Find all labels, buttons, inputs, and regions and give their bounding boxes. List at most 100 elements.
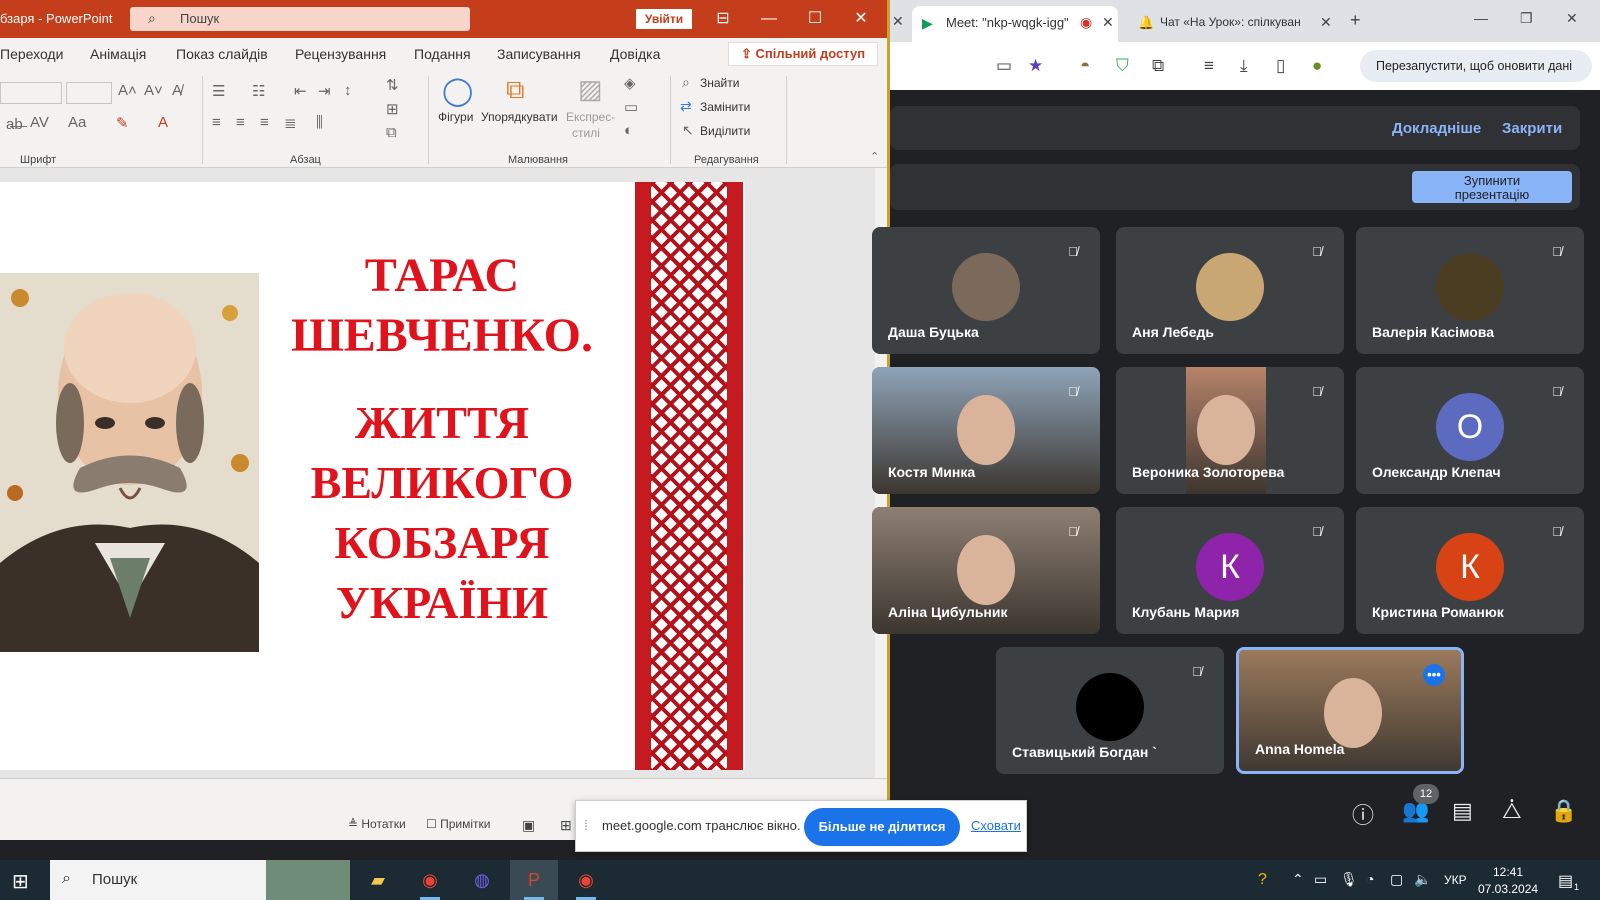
network-icon[interactable]: ▢	[1390, 871, 1403, 888]
extensions-icon[interactable]: ⧉	[1152, 56, 1164, 76]
quick-styles-label-1[interactable]: Експрес-	[566, 110, 615, 124]
increase-indent-icon[interactable]: ⇥	[318, 82, 331, 100]
camera-icon[interactable]: ▭	[996, 56, 1012, 76]
host-controls-icon[interactable]: 🔒	[1550, 798, 1577, 824]
update-button[interactable]: Перезапустити, щоб оновити дані	[1360, 50, 1592, 82]
share-button[interactable]: ⇪ Спільний доступ	[728, 42, 878, 66]
font-size-combo[interactable]	[66, 82, 112, 104]
collapse-ribbon-icon[interactable]: ⌃	[870, 150, 879, 163]
decrease-indent-icon[interactable]: ⇤	[294, 82, 307, 100]
quick-styles-icon[interactable]: ▨	[578, 74, 603, 105]
profile-avatar[interactable]: ●	[1312, 56, 1322, 76]
wifi-icon[interactable]: ◔	[1366, 871, 1374, 887]
close-tab-icon[interactable]: ✕	[892, 13, 904, 30]
close-icon[interactable]: ✕	[838, 0, 884, 38]
slide-canvas[interactable]: ТАРАС ШЕВЧЕНКО. ЖИТТЯ ВЕЛИКОГО КОБЗАРЯ У…	[0, 182, 745, 770]
drag-handle-icon[interactable]: ⁞	[584, 817, 588, 833]
align-left-icon[interactable]: ≡	[212, 114, 221, 131]
close-banner-link[interactable]: Закрити	[1502, 120, 1562, 137]
tab-view[interactable]: Подання	[414, 46, 471, 62]
find-label[interactable]: Знайти	[700, 76, 739, 90]
language-indicator[interactable]: УКР	[1444, 873, 1467, 887]
align-center-icon[interactable]: ≡	[236, 114, 245, 131]
taskbar-search[interactable]: ⌕ Пошук	[50, 860, 266, 900]
participant-tile[interactable]: К 🎙̸ Кристина Романюк	[1356, 507, 1584, 634]
minimize-icon[interactable]: —	[746, 0, 792, 38]
participant-tile[interactable]: 🎙̸ Костя Минка	[872, 367, 1100, 494]
shield-icon[interactable]: ⛉	[1116, 56, 1129, 76]
tab-chat[interactable]: 🔔 Чат «На Урок»: спілкуван ✕	[1126, 6, 1336, 42]
bullets-icon[interactable]: ☰	[212, 82, 225, 100]
arrange-label[interactable]: Упорядкувати	[481, 110, 558, 124]
numbering-icon[interactable]: ☷	[252, 82, 265, 100]
battery-icon[interactable]: ▭	[1314, 871, 1327, 888]
align-right-icon[interactable]: ≡	[260, 114, 269, 131]
columns-icon[interactable]: ⫼	[316, 114, 323, 131]
grow-font-icon[interactable]: A˄	[118, 82, 137, 99]
chat-icon[interactable]: ▤	[1452, 798, 1473, 824]
participant-tile[interactable]: 🎙̸ Валерія Касімова	[1356, 227, 1584, 354]
participant-tile[interactable]: 🎙̸ Аліна Цибульник	[872, 507, 1100, 634]
chevron-up-icon[interactable]: ⌃	[1292, 871, 1304, 888]
hide-notice-link[interactable]: Сховати	[971, 818, 1021, 833]
char-spacing-icon[interactable]: AV	[30, 114, 49, 131]
replace-label[interactable]: Замінити	[700, 100, 750, 114]
maximize-icon[interactable]: ☐	[792, 0, 838, 38]
clock[interactable]: 12:41 07.03.2024	[1478, 864, 1538, 898]
justify-icon[interactable]: ≣	[284, 114, 297, 132]
media-icon[interactable]: ≡	[1204, 56, 1214, 76]
change-case-icon[interactable]: Aa	[68, 114, 86, 131]
stop-sharing-button[interactable]: Більше не ділитися	[804, 808, 960, 846]
tab-recording[interactable]: Записування	[497, 46, 581, 62]
volume-icon[interactable]: 🔈	[1414, 871, 1431, 888]
tab-help[interactable]: Довідка	[610, 46, 660, 62]
comments-button[interactable]: ☐ Примітки	[426, 817, 490, 831]
ppt-search-box[interactable]: ⌕ Пошук	[130, 7, 470, 31]
participant-tile[interactable]: 🎙̸ Вероника Золоторева	[1116, 367, 1344, 494]
arrange-icon[interactable]: ⧉	[506, 74, 525, 106]
notes-button[interactable]: ≜ Нотатки	[348, 817, 406, 831]
shape-effects-icon[interactable]: ◐	[624, 122, 633, 139]
side-panel-icon[interactable]: ▯	[1276, 56, 1285, 76]
line-spacing-icon[interactable]: ↕	[344, 82, 352, 99]
microphone-icon[interactable]: 🎙	[1340, 871, 1358, 888]
font-name-combo[interactable]	[0, 82, 62, 104]
participant-tile[interactable]: 🎙̸ Аня Лебедь	[1116, 227, 1344, 354]
new-tab-icon[interactable]: +	[1350, 10, 1361, 31]
replace-icon[interactable]: ⇄	[680, 98, 692, 115]
windows-start-icon[interactable]: ⊞	[12, 869, 29, 894]
shrink-font-icon[interactable]: A˅	[144, 82, 163, 99]
viber-icon[interactable]: ◍	[458, 860, 506, 900]
clear-format-icon[interactable]: A̸	[172, 82, 182, 99]
text-direction-icon[interactable]: ⇅	[386, 76, 399, 94]
file-explorer-icon[interactable]: ▰	[354, 860, 402, 900]
tab-slideshow[interactable]: Показ слайдів	[176, 46, 268, 62]
more-options-icon[interactable]: •••	[1423, 664, 1445, 686]
participant-tile[interactable]: 🎙̸ Даша Буцька	[872, 227, 1100, 354]
maximize-icon[interactable]: ❐	[1520, 10, 1533, 27]
smartart-icon[interactable]: ⧉	[386, 124, 397, 141]
sign-in-button[interactable]: Увійти	[636, 9, 692, 29]
tab-meet[interactable]: ▶ Meet: "nkp-wqgk-igg" ◉ ✕	[912, 6, 1118, 42]
find-icon[interactable]: ⌕	[682, 74, 690, 91]
info-icon[interactable]: ⓘ	[1352, 798, 1374, 830]
stop-presenting-button[interactable]: Зупинити презентацію	[1412, 171, 1572, 203]
highlight-icon[interactable]: ✎	[116, 114, 129, 132]
tab-animations[interactable]: Анімація	[90, 46, 146, 62]
participant-tile[interactable]: К 🎙̸ Клубань Мария	[1116, 507, 1344, 634]
font-color-icon[interactable]: A	[158, 114, 168, 131]
tab-transitions[interactable]: Переходи	[0, 46, 63, 62]
align-text-icon[interactable]: ⊞	[386, 100, 399, 118]
slide-sorter-icon[interactable]: ⊞	[560, 817, 572, 834]
learn-more-link[interactable]: Докладніше	[1392, 120, 1481, 137]
normal-view-icon[interactable]: ▣	[522, 817, 535, 834]
help-icon[interactable]: ?	[1258, 871, 1267, 889]
shape-outline-icon[interactable]: ▭	[624, 98, 638, 116]
bookmark-star-icon[interactable]: ★	[1028, 56, 1043, 76]
tab-review[interactable]: Рецензування	[295, 46, 386, 62]
minimize-icon[interactable]: —	[1474, 10, 1488, 26]
close-icon[interactable]: ✕	[1566, 10, 1578, 27]
widget-thumbnail[interactable]	[266, 860, 350, 900]
activities-icon[interactable]: ⧊	[1502, 798, 1522, 824]
powerpoint-taskbar-icon[interactable]: P	[510, 860, 558, 900]
